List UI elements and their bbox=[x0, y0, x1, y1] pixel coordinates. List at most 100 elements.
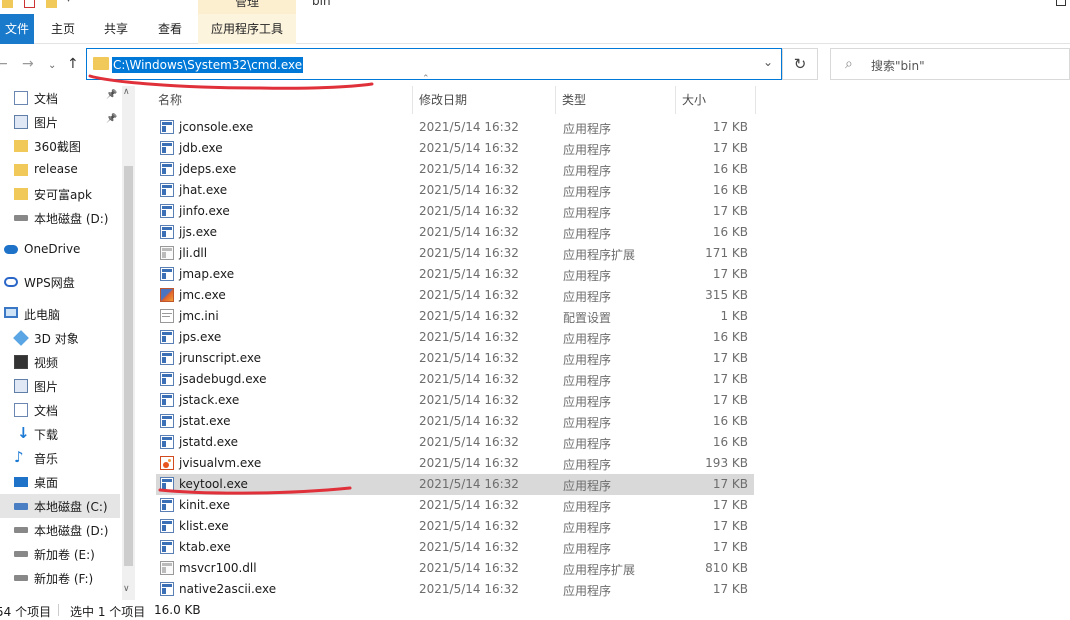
application-icon bbox=[160, 267, 174, 281]
file-type: 应用程序扩展 bbox=[563, 563, 636, 577]
forward-arrow-icon[interactable]: → bbox=[22, 56, 34, 72]
column-type[interactable]: 类型 bbox=[556, 86, 676, 114]
sidebar-item[interactable]: 文档 bbox=[0, 398, 120, 422]
file-row[interactable]: jmc.ini 2021/5/14 16:32 配置设置 1 KB bbox=[156, 306, 754, 327]
sidebar-item[interactable]: 本地磁盘 (C:) bbox=[0, 494, 120, 518]
pin-icon[interactable]: 📌 bbox=[106, 114, 117, 124]
sidebar-item[interactable]: 图片 📌 bbox=[0, 110, 120, 134]
search-input[interactable]: 搜索"bin" bbox=[871, 57, 925, 74]
scrollbar-thumb[interactable] bbox=[124, 166, 133, 566]
address-bar[interactable]: C:\Windows\System32\cmd.exe ⌄ bbox=[86, 48, 782, 80]
file-row[interactable]: jjs.exe 2021/5/14 16:32 应用程序 16 KB bbox=[156, 222, 754, 243]
file-row[interactable]: ktab.exe 2021/5/14 16:32 应用程序 17 KB bbox=[156, 537, 754, 558]
system-drive-icon bbox=[14, 503, 28, 510]
sidebar-item[interactable]: 桌面 bbox=[0, 470, 120, 494]
application-icon bbox=[160, 162, 174, 176]
column-date[interactable]: 修改日期 bbox=[413, 86, 556, 114]
file-row[interactable]: jhat.exe 2021/5/14 16:32 应用程序 16 KB bbox=[156, 180, 754, 201]
manage-tab-header: 管理 bbox=[198, 0, 296, 14]
file-size: 17 KB bbox=[712, 519, 748, 533]
sidebar-item[interactable]: 本地磁盘 (D:) bbox=[0, 206, 120, 230]
sidebar-item[interactable]: WPS网盘 bbox=[0, 270, 120, 294]
file-type: 应用程序 bbox=[563, 290, 612, 304]
file-name: jconsole.exe bbox=[179, 120, 254, 134]
chevron-up-icon[interactable]: ∧ bbox=[123, 87, 130, 97]
tab-share[interactable]: 共享 bbox=[96, 14, 136, 44]
up-arrow-icon[interactable]: ↑ bbox=[67, 56, 79, 72]
file-row[interactable]: jvisualvm.exe 2021/5/14 16:32 应用程序 193 KB bbox=[156, 453, 754, 474]
search-box[interactable]: ⌕ 搜索"bin" bbox=[830, 48, 1070, 80]
address-input[interactable]: C:\Windows\System32\cmd.exe bbox=[112, 57, 304, 73]
sidebar-item[interactable]: 新加卷 (F:) bbox=[0, 566, 120, 590]
chevron-down-icon[interactable]: ⌄ bbox=[48, 58, 56, 74]
file-date: 2021/5/14 16:32 bbox=[419, 162, 519, 176]
sidebar-item[interactable]: 本地磁盘 (D:) bbox=[0, 518, 120, 542]
file-row[interactable]: native2ascii.exe 2021/5/14 16:32 应用程序 17 KB bbox=[156, 579, 754, 600]
file-row[interactable]: jstat.exe 2021/5/14 16:32 应用程序 16 KB bbox=[156, 411, 754, 432]
sidebar-item[interactable]: OneDrive bbox=[0, 238, 120, 262]
sidebar-scrollbar[interactable]: ∧ ∨ bbox=[122, 86, 135, 600]
file-row[interactable]: keytool.exe 2021/5/14 16:32 应用程序 17 KB bbox=[156, 474, 754, 495]
file-name: jstat.exe bbox=[179, 414, 231, 428]
file-type: 应用程序 bbox=[563, 416, 612, 430]
file-row[interactable]: jps.exe 2021/5/14 16:32 应用程序 16 KB bbox=[156, 327, 754, 348]
maximize-icon[interactable] bbox=[1056, 0, 1066, 6]
file-row[interactable]: jstack.exe 2021/5/14 16:32 应用程序 17 KB bbox=[156, 390, 754, 411]
sidebar-item-label: release bbox=[34, 162, 78, 176]
sidebar-item[interactable]: ↓ 下载 bbox=[0, 422, 120, 446]
sidebar-item[interactable]: 360截图 bbox=[0, 134, 120, 158]
refresh-button[interactable]: ↻ bbox=[782, 48, 818, 80]
file-row[interactable]: jmc.exe 2021/5/14 16:32 应用程序 315 KB bbox=[156, 285, 754, 306]
sidebar-item-label: 图片 bbox=[34, 380, 59, 394]
file-date: 2021/5/14 16:32 bbox=[419, 141, 519, 155]
sidebar-item[interactable]: ♪ 音乐 bbox=[0, 446, 120, 470]
file-row[interactable]: jconsole.exe 2021/5/14 16:32 应用程序 17 KB bbox=[156, 117, 754, 138]
file-size: 17 KB bbox=[712, 540, 748, 554]
file-row[interactable]: klist.exe 2021/5/14 16:32 应用程序 17 KB bbox=[156, 516, 754, 537]
new-folder-icon[interactable] bbox=[46, 0, 57, 8]
file-size: 17 KB bbox=[712, 204, 748, 218]
tab-file[interactable]: 文件 bbox=[0, 14, 34, 44]
sidebar-item[interactable]: 新加卷 (E:) bbox=[0, 542, 120, 566]
sidebar-item[interactable]: 文档 📌 bbox=[0, 86, 120, 110]
file-row[interactable]: jrunscript.exe 2021/5/14 16:32 应用程序 17 KB bbox=[156, 348, 754, 369]
tab-app-tools[interactable]: 应用程序工具 bbox=[198, 14, 296, 44]
back-arrow-icon[interactable]: ← bbox=[0, 56, 8, 72]
sidebar-item-label: 本地磁盘 (D:) bbox=[34, 212, 109, 226]
application-icon bbox=[160, 582, 174, 596]
file-row[interactable]: kinit.exe 2021/5/14 16:32 应用程序 17 KB bbox=[156, 495, 754, 516]
file-size: 17 KB bbox=[712, 477, 748, 491]
sidebar-item[interactable]: 3D 对象 bbox=[0, 326, 120, 350]
file-row[interactable]: jli.dll 2021/5/14 16:32 应用程序扩展 171 KB bbox=[156, 243, 754, 264]
file-size: 16 KB bbox=[712, 162, 748, 176]
sidebar-item[interactable]: 图片 bbox=[0, 374, 120, 398]
customize-quick-access-icon[interactable]: ▾ bbox=[66, 0, 71, 5]
file-row[interactable]: jsadebugd.exe 2021/5/14 16:32 应用程序 17 KB bbox=[156, 369, 754, 390]
drive-icon bbox=[14, 575, 28, 581]
file-row[interactable]: msvcr100.dll 2021/5/14 16:32 应用程序扩展 810 KB bbox=[156, 558, 754, 579]
column-size[interactable]: 大小 bbox=[676, 86, 756, 114]
column-name[interactable]: 名称 bbox=[152, 86, 413, 114]
file-name: kinit.exe bbox=[179, 498, 231, 512]
chevron-down-icon[interactable]: ⌄ bbox=[763, 55, 773, 69]
pin-icon[interactable]: 📌 bbox=[106, 90, 117, 100]
sidebar-item[interactable]: 安可富apk bbox=[0, 182, 120, 206]
sidebar-item[interactable]: 视频 bbox=[0, 350, 120, 374]
sidebar-item[interactable]: release bbox=[0, 158, 120, 182]
sidebar-item[interactable]: 此电脑 bbox=[0, 302, 120, 326]
file-date: 2021/5/14 16:32 bbox=[419, 393, 519, 407]
tab-home[interactable]: 主页 bbox=[42, 14, 84, 44]
application-icon bbox=[160, 435, 174, 449]
properties-icon[interactable] bbox=[24, 0, 35, 8]
file-name: klist.exe bbox=[179, 519, 229, 533]
file-row[interactable]: jmap.exe 2021/5/14 16:32 应用程序 17 KB bbox=[156, 264, 754, 285]
tab-view[interactable]: 查看 bbox=[148, 14, 192, 44]
file-row[interactable]: jdeps.exe 2021/5/14 16:32 应用程序 16 KB bbox=[156, 159, 754, 180]
file-row[interactable]: jdb.exe 2021/5/14 16:32 应用程序 17 KB bbox=[156, 138, 754, 159]
file-row[interactable]: jstatd.exe 2021/5/14 16:32 应用程序 16 KB bbox=[156, 432, 754, 453]
file-row[interactable]: jinfo.exe 2021/5/14 16:32 应用程序 17 KB bbox=[156, 201, 754, 222]
chevron-down-icon[interactable]: ∨ bbox=[123, 584, 130, 594]
folder-icon[interactable] bbox=[2, 0, 13, 8]
file-type: 应用程序 bbox=[563, 164, 612, 178]
application-icon bbox=[160, 141, 174, 155]
